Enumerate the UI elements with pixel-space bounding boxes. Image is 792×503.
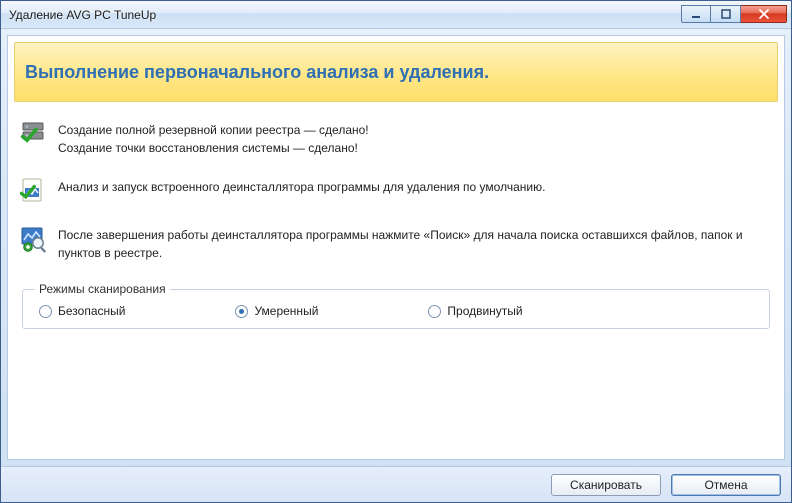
window-title: Удаление AVG PC TuneUp bbox=[9, 8, 681, 22]
step-postsearch-text: После завершения работы деинсталлятора п… bbox=[58, 225, 772, 262]
radio-moderate[interactable]: Умеренный bbox=[235, 304, 318, 318]
radio-safe[interactable]: Безопасный bbox=[39, 304, 125, 318]
body: Создание полной резервной копии реестра … bbox=[8, 102, 784, 459]
content-panel: Выполнение первоначального анализа и уда… bbox=[7, 35, 785, 460]
dialog-footer: Сканировать Отмена bbox=[1, 466, 791, 502]
scan-button[interactable]: Сканировать bbox=[551, 474, 661, 496]
step-backup: Создание полной резервной копии реестра … bbox=[20, 120, 772, 157]
scan-modes-group: Режимы сканирования Безопасный Умеренный… bbox=[22, 282, 770, 329]
titlebar[interactable]: Удаление AVG PC TuneUp bbox=[1, 1, 791, 29]
window-controls bbox=[681, 6, 787, 23]
radio-advanced-label: Продвинутый bbox=[447, 304, 522, 318]
radio-safe-input[interactable] bbox=[39, 305, 52, 318]
step-analyze: Анализ и запуск встроенного деинсталлято… bbox=[20, 177, 772, 205]
cancel-button[interactable]: Отмена bbox=[671, 474, 781, 496]
radio-advanced[interactable]: Продвинутый bbox=[428, 304, 522, 318]
radio-moderate-input[interactable] bbox=[235, 305, 248, 318]
radio-moderate-label: Умеренный bbox=[254, 304, 318, 318]
banner-title: Выполнение первоначального анализа и уда… bbox=[25, 62, 489, 83]
step-backup-text: Создание полной резервной копии реестра … bbox=[58, 120, 369, 157]
radio-safe-label: Безопасный bbox=[58, 304, 125, 318]
step-analyze-text: Анализ и запуск встроенного деинсталлято… bbox=[58, 177, 545, 196]
scan-modes-legend: Режимы сканирования bbox=[35, 282, 170, 296]
step-postsearch: После завершения работы деинсталлятора п… bbox=[20, 225, 772, 262]
status-banner: Выполнение первоначального анализа и уда… bbox=[14, 42, 778, 102]
scan-modes-radios: Безопасный Умеренный Продвинутый bbox=[35, 304, 757, 318]
maximize-button[interactable] bbox=[711, 5, 741, 23]
backup-line1: Создание полной резервной копии реестра … bbox=[58, 121, 369, 139]
uninstall-dialog: Удаление AVG PC TuneUp Выполнение первон… bbox=[0, 0, 792, 503]
minimize-button[interactable] bbox=[681, 5, 711, 23]
analyze-icon bbox=[20, 177, 48, 205]
close-button[interactable] bbox=[741, 5, 787, 23]
backup-done-icon bbox=[20, 120, 48, 148]
backup-line2: Создание точки восстановления системы — … bbox=[58, 139, 369, 157]
radio-advanced-input[interactable] bbox=[428, 305, 441, 318]
search-leftovers-icon bbox=[20, 225, 48, 253]
